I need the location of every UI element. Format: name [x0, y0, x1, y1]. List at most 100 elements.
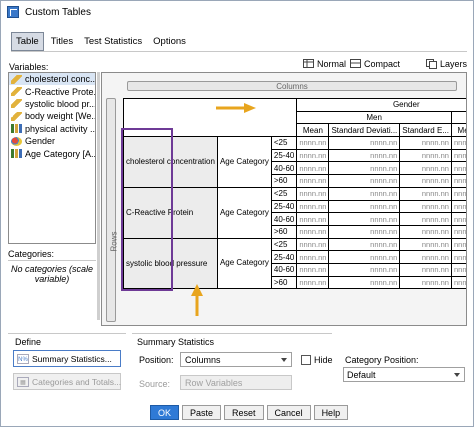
data-cell: nnnn.nn — [328, 186, 401, 201]
paste-button[interactable]: Paste — [182, 405, 222, 420]
arrow-right-icon — [216, 103, 256, 113]
data-cell: nnnn.nn — [450, 199, 466, 214]
category-variable-cell[interactable]: Age Category — [216, 136, 272, 188]
bars-icon — [11, 124, 22, 134]
data-cell: nnnn.nn — [328, 212, 401, 226]
variable-list[interactable]: cholesterol conc... C-Reactive Prote... … — [8, 72, 96, 244]
cancel-button[interactable]: Cancel — [266, 405, 311, 420]
tab-options[interactable]: Options — [149, 32, 190, 51]
variable-item[interactable]: Age Category [A... — [9, 147, 95, 159]
variable-label: Gender — [25, 136, 56, 147]
stat-header[interactable]: Mean — [296, 123, 330, 138]
data-cell: nnnn.nn — [450, 262, 466, 277]
layers-button[interactable]: Layers — [426, 56, 467, 71]
columns-drop-zone[interactable]: Columns — [127, 81, 457, 91]
window-title: Custom Tables — [25, 6, 91, 18]
table-preview: Gender Men Mean Standard Deviati... Stan… — [122, 97, 466, 290]
position-label: Position: — [139, 355, 174, 365]
stat-header[interactable]: Standard Deviati... — [328, 123, 401, 138]
view-normal-button[interactable]: Normal — [303, 56, 346, 71]
gender-header[interactable]: Gender — [296, 98, 466, 112]
data-cell: nnnn.nn — [328, 174, 401, 188]
summary-statistics-button[interactable]: N% Summary Statistics... — [13, 350, 121, 367]
variable-item[interactable]: body weight [We... — [9, 110, 95, 122]
category-position-select[interactable]: Default — [343, 367, 465, 382]
normal-view-icon — [303, 59, 314, 68]
data-cell: nnnn.nn — [296, 136, 330, 150]
data-cell: nnnn.nn — [296, 174, 330, 188]
stat-header[interactable]: Standard E... — [399, 123, 452, 138]
summary-statistics-label: Summary Statistics... — [32, 353, 112, 364]
row-variable-highlight — [121, 128, 173, 291]
other-header — [450, 110, 466, 125]
category-label-cell: >60 — [270, 174, 298, 188]
category-label-cell: 40-60 — [270, 212, 298, 226]
data-cell: nnnn.nn — [328, 275, 401, 290]
data-cell: nnnn.nn — [328, 262, 401, 277]
data-cell: nnnn.nn — [450, 237, 466, 252]
category-variable-cell[interactable]: Age Category — [216, 237, 272, 290]
compact-view-icon — [350, 59, 361, 68]
summary-statistics-label: Summary Statistics — [137, 337, 215, 347]
data-cell: nnnn.nn — [450, 161, 466, 176]
data-cell: nnnn.nn — [328, 224, 401, 239]
tab-titles[interactable]: Titles — [47, 32, 77, 51]
category-position-value: Default — [347, 369, 376, 380]
category-label-cell: >60 — [270, 275, 298, 290]
variables-label: Variables: — [9, 62, 49, 72]
normal-label: Normal — [317, 58, 347, 69]
ok-button[interactable]: OK — [150, 405, 180, 420]
define-label: Define — [15, 337, 42, 347]
category-label-cell: 25-40 — [270, 199, 298, 214]
data-cell: nnnn.nn — [399, 224, 452, 239]
chevron-down-icon — [281, 357, 287, 362]
data-cell: nnnn.nn — [399, 262, 452, 277]
variable-item[interactable]: C-Reactive Prote... — [9, 85, 95, 97]
categories-totals-button[interactable]: ▦ Categories and Totals... — [13, 373, 121, 390]
custom-tables-dialog: Custom Tables Table Titles Test Statisti… — [0, 0, 474, 427]
data-cell: nnnn.nn — [450, 148, 466, 163]
panel-splitter[interactable] — [97, 72, 100, 320]
category-variable-cell[interactable]: Age Category — [216, 186, 272, 239]
compact-label: Compact — [364, 58, 401, 69]
data-cell: nnnn.nn — [328, 161, 401, 176]
position-value: Columns — [185, 354, 221, 365]
ruler-icon — [11, 74, 22, 84]
data-cell: nnnn.nn — [399, 161, 452, 176]
data-cell: nnnn.nn — [328, 199, 401, 214]
table-canvas[interactable]: Columns Rows Gender Men Mean Standard De… — [101, 72, 467, 326]
help-button[interactable]: Help — [313, 405, 349, 420]
variable-item[interactable]: cholesterol conc... — [9, 73, 95, 86]
category-label-cell: >60 — [270, 224, 298, 239]
stat-header[interactable]: Mean — [450, 123, 466, 138]
data-cell: nnnn.nn — [450, 275, 466, 290]
data-cell: nnnn.nn — [296, 161, 330, 176]
chevron-down-icon — [454, 372, 460, 377]
hide-checkbox[interactable]: Hide — [301, 355, 333, 365]
ruler-icon — [11, 87, 22, 97]
data-cell: nnnn.nn — [296, 212, 330, 226]
men-header[interactable]: Men — [296, 110, 452, 125]
variable-item[interactable]: Gender — [9, 135, 95, 147]
reset-button[interactable]: Reset — [224, 405, 264, 420]
tab-test-statistics[interactable]: Test Statistics — [80, 32, 146, 51]
rows-drop-zone[interactable]: Rows — [106, 98, 119, 322]
ruler-icon — [11, 99, 22, 109]
variable-item[interactable]: systolic blood pr... — [9, 98, 95, 110]
data-cell: nnnn.nn — [450, 186, 466, 201]
category-label-cell: <25 — [270, 186, 298, 201]
title-bar: Custom Tables — [1, 1, 473, 23]
category-label-cell: 40-60 — [270, 262, 298, 277]
data-cell: nnnn.nn — [450, 224, 466, 239]
categories-icon: ▦ — [17, 376, 29, 387]
table-row: C-Reactive Protein Age Category <25 nnnn.nn… — [123, 186, 466, 239]
view-compact-button[interactable]: Compact — [350, 56, 400, 71]
data-cell: nnnn.nn — [399, 237, 452, 252]
tab-strip: Table Titles Test Statistics Options — [11, 32, 190, 51]
variable-item[interactable]: physical activity ... — [9, 123, 95, 135]
data-cell: nnnn.nn — [296, 250, 330, 264]
tab-table[interactable]: Table — [11, 32, 44, 51]
dialog-buttons: OK Paste Reset Cancel Help — [150, 405, 349, 420]
bars-icon — [11, 149, 22, 159]
position-select[interactable]: Columns — [180, 352, 292, 367]
